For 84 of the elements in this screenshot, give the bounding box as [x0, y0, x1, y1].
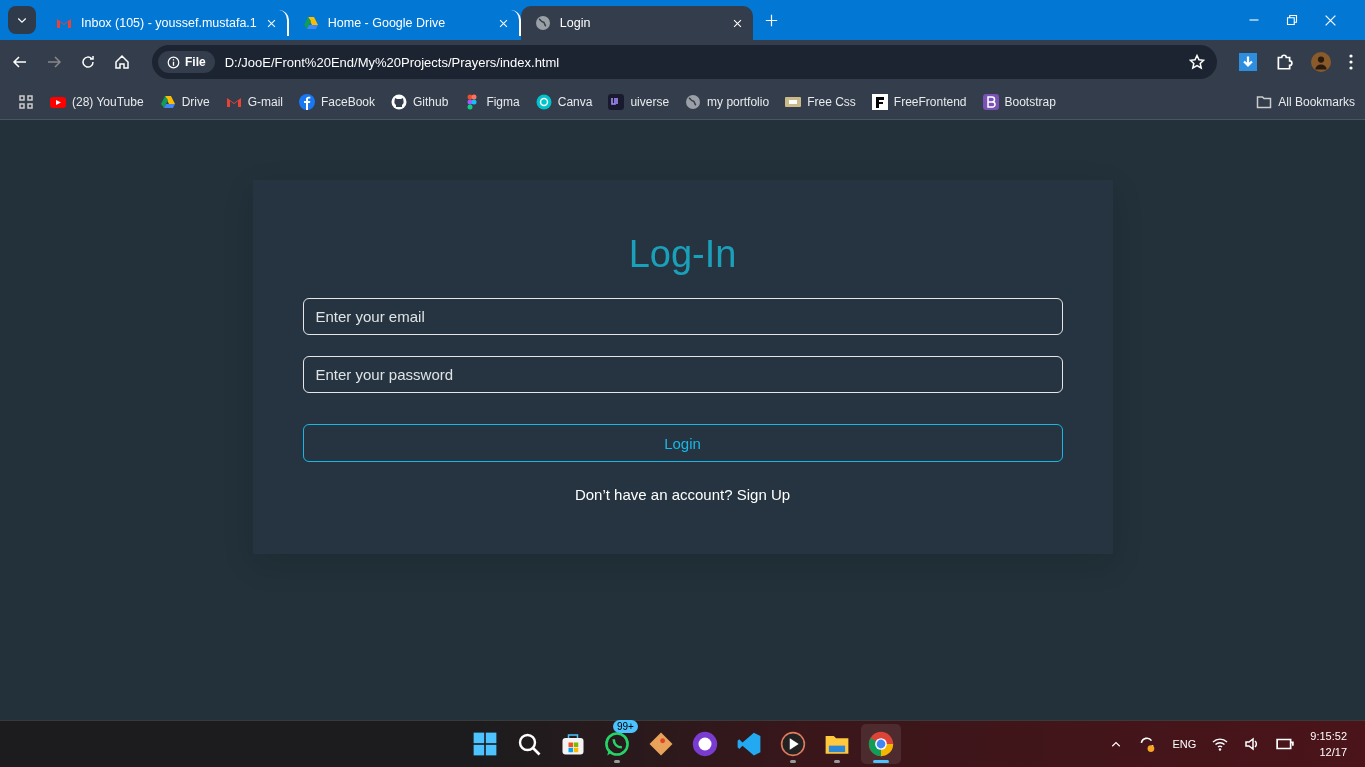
- bookmark-link[interactable]: uiverse: [608, 93, 670, 110]
- home-icon: [114, 54, 130, 70]
- globe-icon: [534, 15, 551, 31]
- home-button[interactable]: [114, 54, 130, 70]
- folder-icon: [1256, 93, 1273, 110]
- bookmark-link[interactable]: Canva: [535, 93, 593, 110]
- info-icon: [167, 55, 180, 69]
- plus-icon: [764, 13, 778, 27]
- canva-icon: [535, 93, 552, 110]
- drive-icon: [302, 15, 319, 31]
- url-text: D:/JooE/Front%20End/My%20Projects/Prayers/index.html: [224, 54, 561, 70]
- close-tab-button[interactable]: [265, 17, 277, 29]
- tab-title: Inbox (105) - youssef.mustafa.1: [81, 16, 257, 30]
- profile-button[interactable]: [1311, 52, 1331, 72]
- bookmark-link[interactable]: Drive: [159, 93, 210, 110]
- language-indicator[interactable]: ENG: [1172, 738, 1197, 750]
- bootstrap-icon: [982, 93, 999, 110]
- all-bookmarks-link[interactable]: All Bookmarks: [1256, 93, 1355, 110]
- address-bar[interactable]: File D:/JooE/Front%20End/My%20Projects/Prayers/index.html: [152, 45, 1217, 79]
- download-icon: [1239, 53, 1257, 71]
- browser-tab[interactable]: Inbox (105) - youssef.mustafa.1: [42, 10, 289, 36]
- extensions-button[interactable]: [1275, 53, 1293, 71]
- taskbar-app-button[interactable]: [861, 724, 901, 764]
- restore-icon: [1286, 14, 1298, 26]
- close-icon: [265, 17, 277, 29]
- reload-button[interactable]: [80, 54, 96, 70]
- bookmark-link[interactable]: G-mail: [225, 93, 283, 110]
- close-icon: [1324, 13, 1337, 27]
- bookmark-link[interactable]: Figma: [464, 93, 520, 110]
- apps-button[interactable]: [18, 93, 34, 110]
- reload-icon: [80, 54, 96, 70]
- login-button[interactable]: Login: [302, 424, 1063, 462]
- globe-icon: [685, 93, 702, 110]
- signup-link[interactable]: Sign Up: [736, 486, 791, 503]
- signup-prompt: Don’t have an account? Sign Up: [574, 486, 791, 503]
- restore-button[interactable]: [1286, 14, 1298, 26]
- bookmark-link[interactable]: Bootstrap: [982, 93, 1056, 110]
- windows-icon: [472, 731, 498, 757]
- tab-title: Login: [559, 16, 592, 30]
- store-icon: [561, 732, 585, 756]
- bookmark-link[interactable]: (28) YouTube: [50, 93, 144, 110]
- grid-icon: [18, 93, 34, 110]
- download-button[interactable]: [1239, 53, 1257, 71]
- code-editor-icon: [736, 731, 762, 757]
- notification-badge: 99+: [613, 720, 638, 733]
- whatsapp-icon: [604, 731, 630, 757]
- wifi-icon: [1212, 737, 1229, 751]
- new-tab-button[interactable]: [764, 13, 778, 27]
- tab-search-button[interactable]: [8, 6, 36, 34]
- browser-tab[interactable]: Login: [520, 6, 753, 40]
- drive-icon: [159, 93, 176, 110]
- puzzle-icon: [1275, 53, 1293, 71]
- bookmark-star-button[interactable]: [1189, 54, 1205, 70]
- login-title: Log-In: [628, 232, 737, 277]
- bookmark-link[interactable]: FreeFrontend: [871, 93, 967, 110]
- close-icon: [497, 17, 509, 29]
- sync-icon: [1138, 735, 1157, 753]
- uiverse-icon: [608, 93, 625, 110]
- forward-arrow-icon: [46, 54, 62, 70]
- close-icon: [731, 17, 743, 29]
- clock[interactable]: 9:15:52 12/17: [1310, 728, 1347, 760]
- close-tab-button[interactable]: [497, 17, 509, 29]
- bookmark-link[interactable]: my portfolio: [685, 93, 770, 110]
- input-field[interactable]: Enter your email: [302, 298, 1063, 335]
- freefrontend-icon: [871, 93, 888, 110]
- chrome-icon: [868, 731, 894, 757]
- more-icon: [1349, 54, 1353, 70]
- search-icon: [517, 732, 541, 756]
- menu-button[interactable]: [1349, 54, 1353, 70]
- tab-title: Home - Google Drive: [327, 16, 447, 30]
- play-icon: [780, 731, 806, 757]
- bookmark-link[interactable]: Free Css: [785, 93, 856, 110]
- star-icon: [1189, 54, 1205, 70]
- back-arrow-icon: [12, 54, 28, 70]
- close-button[interactable]: [1324, 13, 1337, 27]
- back-button[interactable]: [12, 54, 28, 70]
- facebook-icon: [299, 93, 315, 110]
- bookmark-link[interactable]: Github: [391, 93, 449, 110]
- bookmark-link[interactable]: FaceBook: [299, 93, 375, 110]
- avatar-icon: [1311, 52, 1331, 72]
- forward-button[interactable]: [46, 54, 62, 70]
- close-tab-button[interactable]: [731, 17, 743, 29]
- input-field[interactable]: Enter your password: [302, 356, 1063, 393]
- site-info-chip[interactable]: File: [158, 51, 215, 73]
